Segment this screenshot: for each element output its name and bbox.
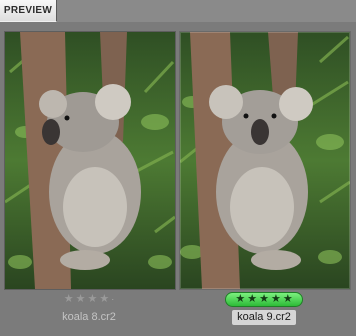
photo-caption-left: ★ ★ ★ ★ · koala 8.cr2: [4, 289, 174, 325]
star-icon[interactable]: ★: [259, 293, 269, 306]
star-icon[interactable]: ★: [88, 293, 98, 306]
star-icon[interactable]: ★: [271, 293, 281, 306]
photo-thumbnail-right[interactable]: [179, 31, 351, 290]
star-icon[interactable]: ★: [235, 293, 245, 306]
star-rating[interactable]: ★ ★ ★ ★ ★: [225, 292, 303, 307]
photo-thumbnail-left[interactable]: [4, 31, 176, 290]
koala-photo: [180, 32, 350, 289]
tab-bar: PREVIEW: [0, 0, 356, 23]
star-rating[interactable]: ★ ★ ★ ★ ·: [63, 293, 116, 306]
koala-photo: [5, 32, 175, 289]
star-icon[interactable]: ★: [76, 293, 86, 306]
star-icon[interactable]: ★: [64, 293, 74, 306]
star-icon[interactable]: ★: [247, 293, 257, 306]
star-icon[interactable]: ★: [99, 293, 109, 306]
filename-label: koala 8.cr2: [62, 311, 116, 323]
filename-label: koala 9.cr2: [232, 310, 296, 325]
star-icon[interactable]: ★: [283, 293, 293, 306]
star-icon[interactable]: ·: [111, 293, 114, 306]
tab-preview[interactable]: PREVIEW: [0, 0, 57, 22]
photo-caption-right: ★ ★ ★ ★ ★ koala 9.cr2: [179, 289, 349, 325]
